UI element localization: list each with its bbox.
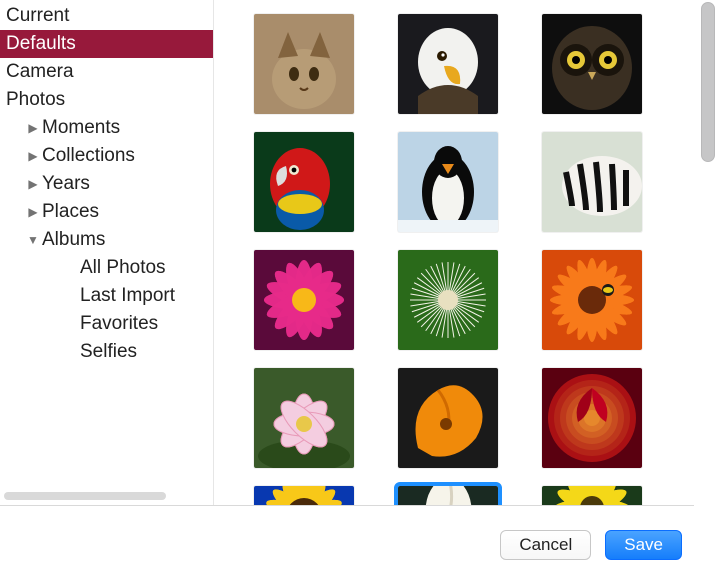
cancel-button[interactable]: Cancel <box>500 530 591 560</box>
avatar-option-parrot[interactable] <box>254 132 354 232</box>
picker-panel: CurrentDefaultsCameraPhotos▶Moments▶Coll… <box>0 0 694 506</box>
sidebar-item-all-photos[interactable]: All Photos <box>0 254 213 282</box>
chevron-right-icon[interactable]: ▶ <box>26 205 40 219</box>
avatar-option-rose[interactable] <box>542 368 642 468</box>
sidebar-item-photos[interactable]: Photos <box>0 86 213 114</box>
sidebar-item-label: Camera <box>6 61 74 83</box>
chevron-down-icon[interactable]: ▼ <box>26 233 40 247</box>
sidebar-item-label: Albums <box>42 229 105 251</box>
avatar-option-penguin[interactable] <box>398 132 498 232</box>
sidebar-items: CurrentDefaultsCameraPhotos▶Moments▶Coll… <box>0 0 213 366</box>
sidebar-item-last-import[interactable]: Last Import <box>0 282 213 310</box>
save-button[interactable]: Save <box>605 530 682 560</box>
avatar-option-pink-dahlia[interactable] <box>254 250 354 350</box>
chevron-right-icon[interactable]: ▶ <box>26 121 40 135</box>
sidebar-item-years[interactable]: ▶Years <box>0 170 213 198</box>
sidebar-horizontal-scrollbar[interactable] <box>4 492 210 502</box>
button-bar: Cancel Save <box>0 515 694 575</box>
avatar-grid <box>254 14 642 505</box>
sidebar-item-favorites[interactable]: Favorites <box>0 310 213 338</box>
sidebar-item-defaults[interactable]: Defaults <box>0 30 213 58</box>
vertical-scroll-thumb[interactable] <box>701 2 715 162</box>
avatar-grid-area <box>214 0 694 505</box>
avatar-option-zebra[interactable] <box>542 132 642 232</box>
avatar-option-yellow-flower-2[interactable] <box>542 486 642 505</box>
sidebar-item-camera[interactable]: Camera <box>0 58 213 86</box>
sidebar-item-selfies[interactable]: Selfies <box>0 338 213 366</box>
avatar-option-dandelion[interactable] <box>398 250 498 350</box>
sidebar-item-label: Selfies <box>80 341 137 363</box>
sidebar-item-label: Years <box>42 173 90 195</box>
sidebar-item-label: Places <box>42 201 99 223</box>
sidebar-item-label: Last Import <box>80 285 175 307</box>
sidebar-item-current[interactable]: Current <box>0 2 213 30</box>
sidebar-item-label: Photos <box>6 89 65 111</box>
sidebar-item-label: All Photos <box>80 257 166 279</box>
avatar-option-poppy[interactable] <box>398 368 498 468</box>
sidebar: CurrentDefaultsCameraPhotos▶Moments▶Coll… <box>0 0 214 505</box>
sidebar-item-label: Collections <box>42 145 135 167</box>
sidebar-item-label: Moments <box>42 117 120 139</box>
vertical-scrollbar[interactable] <box>698 2 718 502</box>
sidebar-item-label: Defaults <box>6 33 76 55</box>
avatar-option-cat[interactable] <box>254 14 354 114</box>
sidebar-scroll-thumb[interactable] <box>4 492 166 500</box>
avatar-option-eagle[interactable] <box>398 14 498 114</box>
chevron-right-icon[interactable]: ▶ <box>26 149 40 163</box>
sidebar-item-moments[interactable]: ▶Moments <box>0 114 213 142</box>
sidebar-item-albums[interactable]: ▼Albums <box>0 226 213 254</box>
sidebar-item-collections[interactable]: ▶Collections <box>0 142 213 170</box>
sidebar-item-places[interactable]: ▶Places <box>0 198 213 226</box>
sidebar-item-label: Favorites <box>80 313 158 335</box>
avatar-option-lotus[interactable] <box>254 368 354 468</box>
chevron-right-icon[interactable]: ▶ <box>26 177 40 191</box>
avatar-option-owl[interactable] <box>542 14 642 114</box>
avatar-option-sunflower[interactable] <box>254 486 354 505</box>
avatar-option-selected-flower[interactable] <box>398 486 498 505</box>
sidebar-item-label: Current <box>6 5 69 27</box>
avatar-option-orange-daisy[interactable] <box>542 250 642 350</box>
